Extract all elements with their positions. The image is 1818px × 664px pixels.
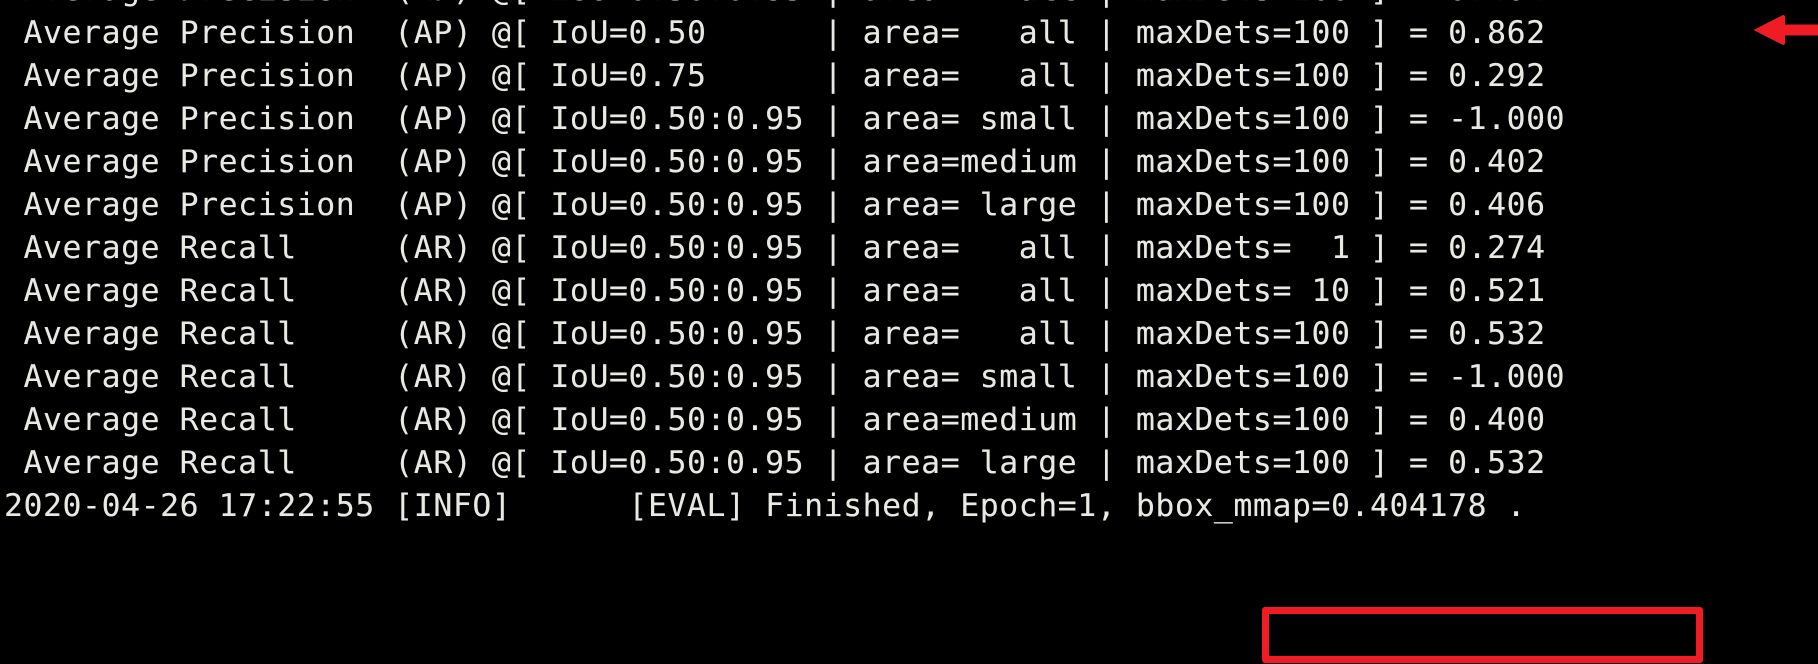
console-line: Average Recall (AR) @[ IoU=0.50:0.95 | a… [4,402,1546,438]
console-line: Average Recall (AR) @[ IoU=0.50:0.95 | a… [4,273,1546,309]
arrow-left-icon [1752,13,1818,47]
console-line: Average Recall (AR) @[ IoU=0.50:0.95 | a… [4,445,1546,481]
console-line: Average Precision (AP) @[ IoU=0.75 | are… [4,58,1546,94]
terminal-window[interactable]: Average Precision (AP) @[ IoU=0.50:0.95 … [0,0,1818,664]
console-line: Average Precision (AP) @[ IoU=0.50 | are… [4,15,1546,51]
rectangle-highlight-icon [1262,607,1703,663]
console-line: Average Precision (AP) @[ IoU=0.50:0.95 … [4,144,1546,180]
console-output[interactable]: Average Precision (AP) @[ IoU=0.50:0.95 … [4,0,1565,528]
console-line: Average Recall (AR) @[ IoU=0.50:0.95 | a… [4,316,1546,352]
console-line: Average Recall (AR) @[ IoU=0.50:0.95 | a… [4,230,1546,266]
console-line: Average Recall (AR) @[ IoU=0.50:0.95 | a… [4,359,1566,395]
console-line: Average Precision (AP) @[ IoU=0.50:0.95 … [4,101,1566,137]
console-log-line: 2020-04-26 17:22:55 [INFO] [EVAL] Finish… [4,488,1527,524]
console-line: Average Precision (AP) @[ IoU=0.50:0.95 … [4,187,1546,223]
console-line: Average Precision (AP) @[ IoU=0.50:0.95 … [4,0,1565,12]
